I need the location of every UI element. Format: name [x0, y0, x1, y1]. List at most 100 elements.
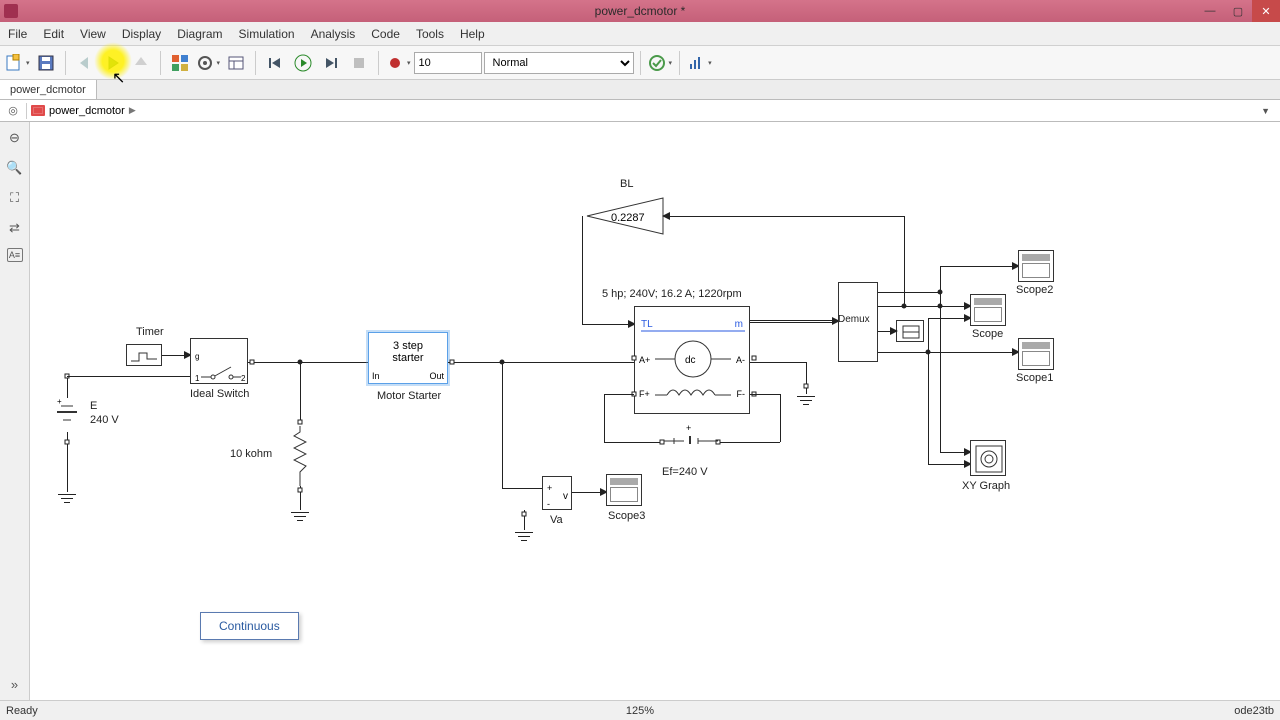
scope3-label: Scope3: [608, 510, 645, 522]
menu-file[interactable]: File: [0, 22, 35, 45]
diagram-canvas[interactable]: Timer g 1 2 Ideal Switch: [30, 122, 1280, 700]
window-title: power_dcmotor *: [595, 4, 686, 18]
status-solver: ode23tb: [1234, 705, 1274, 717]
svg-text:1: 1: [195, 374, 200, 383]
palette-hide-icon[interactable]: ⊖: [5, 128, 25, 148]
block-gain-bl[interactable]: 0.2287: [585, 196, 665, 241]
menubar: File Edit View Display Diagram Simulatio…: [0, 22, 1280, 46]
menu-diagram[interactable]: Diagram: [169, 22, 230, 45]
ground-va[interactable]: [515, 532, 533, 541]
status-ready: Ready: [6, 705, 38, 717]
source-name: E: [90, 400, 97, 412]
svg-text:2: 2: [241, 374, 246, 383]
block-ef-source[interactable]: +: [664, 422, 718, 449]
titlebar: power_dcmotor * — ▢ ✕: [0, 0, 1280, 22]
save-button[interactable]: [33, 50, 59, 76]
model-config-button[interactable]: [195, 50, 222, 76]
menu-code[interactable]: Code: [363, 22, 408, 45]
xygraph-label: XY Graph: [962, 480, 1010, 492]
block-xy-graph[interactable]: [970, 440, 1006, 476]
menu-tools[interactable]: Tools: [408, 22, 452, 45]
ground-resistor[interactable]: [291, 512, 309, 521]
app-icon: [4, 4, 18, 18]
svg-text:+: +: [57, 398, 62, 406]
block-scope1[interactable]: [1018, 338, 1054, 370]
block-terminator[interactable]: [896, 320, 924, 342]
breadcrumb-arrow-icon: ▶: [129, 105, 136, 116]
palette-sample-icon[interactable]: ⇄: [5, 218, 25, 238]
run-button[interactable]: [290, 50, 316, 76]
stop-button[interactable]: [346, 50, 372, 76]
block-resistor[interactable]: [293, 426, 303, 486]
palette-expand-icon[interactable]: »: [5, 674, 25, 694]
svg-text:g: g: [195, 352, 199, 361]
back-button[interactable]: [72, 50, 98, 76]
record-button[interactable]: [385, 50, 412, 76]
model-icon: [31, 105, 45, 116]
checks-button[interactable]: [647, 50, 674, 76]
maximize-button[interactable]: ▢: [1224, 0, 1252, 22]
motor-starter-label: Motor Starter: [377, 390, 441, 402]
block-scope[interactable]: [970, 294, 1006, 326]
step-forward-button[interactable]: [318, 50, 344, 76]
block-scope3[interactable]: [606, 474, 642, 506]
va-label: Va: [550, 514, 563, 526]
ef-label: Ef=240 V: [662, 466, 708, 478]
breadcrumb-path[interactable]: power_dcmotor: [49, 105, 125, 117]
palette: ⊖ 🔍 ⛶ ⇄ A≡ »: [0, 122, 30, 700]
simulation-mode-select[interactable]: Normal: [484, 52, 634, 74]
palette-annotate-icon[interactable]: A≡: [7, 248, 23, 262]
model-tab-active[interactable]: power_dcmotor: [0, 80, 97, 99]
minimize-button[interactable]: —: [1196, 0, 1224, 22]
svg-text:v: v: [563, 491, 568, 502]
block-powergui[interactable]: Continuous: [200, 612, 299, 640]
menu-view[interactable]: View: [72, 22, 114, 45]
menu-help[interactable]: Help: [452, 22, 493, 45]
menu-simulation[interactable]: Simulation: [231, 22, 303, 45]
block-voltage-sensor[interactable]: + v -: [542, 476, 572, 510]
menu-analysis[interactable]: Analysis: [303, 22, 364, 45]
block-scope2[interactable]: [1018, 250, 1054, 282]
scope1-label: Scope1: [1016, 372, 1053, 384]
step-back-button[interactable]: [262, 50, 288, 76]
library-browser-button[interactable]: [167, 50, 193, 76]
palette-fit-icon[interactable]: ⛶: [5, 188, 25, 208]
block-motor-starter[interactable]: 3 step starter In Out: [368, 332, 448, 384]
breadcrumb: ◎ power_dcmotor ▶ ▼: [0, 100, 1280, 122]
svg-text:0.2287: 0.2287: [611, 212, 645, 224]
machine-spec: 5 hp; 240V; 16.2 A; 1220rpm: [602, 288, 742, 300]
breadcrumb-home-icon[interactable]: ◎: [4, 102, 22, 120]
signal-logger-button[interactable]: [686, 50, 713, 76]
menu-display[interactable]: Display: [114, 22, 169, 45]
resistor-label: 10 kohm: [230, 448, 272, 460]
svg-text:+: +: [686, 423, 691, 433]
up-button[interactable]: [128, 50, 154, 76]
breadcrumb-dropdown[interactable]: ▼: [1255, 106, 1276, 116]
scope-label: Scope: [972, 328, 1003, 340]
block-timer[interactable]: [126, 344, 162, 366]
stop-time-input[interactable]: [414, 52, 482, 74]
model-tabs: power_dcmotor: [0, 80, 1280, 100]
timer-label: Timer: [136, 326, 164, 338]
ground-aminus[interactable]: [797, 396, 815, 405]
source-value: 240 V: [90, 414, 119, 426]
ground-source[interactable]: [58, 494, 76, 503]
palette-zoom-icon[interactable]: 🔍: [5, 158, 25, 178]
forward-button[interactable]: [100, 50, 126, 76]
block-ideal-switch[interactable]: g 1 2: [190, 338, 248, 384]
demux-label: Demux: [838, 314, 870, 325]
new-model-button[interactable]: [4, 50, 31, 76]
gain-bl-label: BL: [620, 178, 633, 190]
block-dc-machine[interactable]: TL m A+ A- F+ F- dc: [634, 306, 750, 414]
toolbar: ↖: [0, 46, 1280, 80]
scope2-label: Scope2: [1016, 284, 1053, 296]
svg-text:+: +: [547, 483, 552, 493]
model-explorer-button[interactable]: [223, 50, 249, 76]
menu-edit[interactable]: Edit: [35, 22, 72, 45]
statusbar: Ready 125% ode23tb: [0, 700, 1280, 720]
ideal-switch-label: Ideal Switch: [190, 388, 249, 400]
svg-text:dc: dc: [685, 355, 696, 366]
close-button[interactable]: ✕: [1252, 0, 1280, 22]
svg-text:-: -: [547, 499, 550, 509]
status-zoom: 125%: [626, 705, 654, 717]
